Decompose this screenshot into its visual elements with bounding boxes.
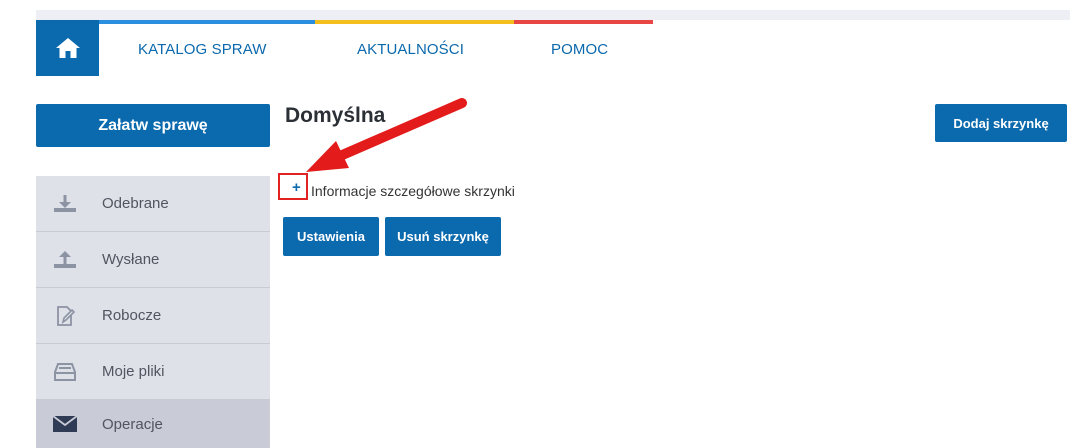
sidebar-item-label: Wysłane <box>102 251 160 268</box>
sidebar-menu: Odebrane Wysłane Robocze Moje pliki Oper… <box>36 176 270 448</box>
settings-button[interactable]: Ustawienia <box>283 217 379 256</box>
nav-accent-pomoc <box>514 20 653 24</box>
page-title: Domyślna <box>285 104 386 127</box>
add-box-button[interactable]: Dodaj skrzynkę <box>935 104 1067 142</box>
details-toggle-label[interactable]: Informacje szczegółowe skrzynki <box>311 183 515 199</box>
sidebar-item-label: Robocze <box>102 307 162 324</box>
sidebar-item-wyslane[interactable]: Wysłane <box>36 232 270 288</box>
nav-aktualnosci[interactable]: AKTUALNOŚCI <box>357 41 464 58</box>
nav-accent-katalog <box>99 20 315 24</box>
sidebar-item-label: Odebrane <box>102 195 169 212</box>
envelope-icon <box>52 413 78 435</box>
home-icon <box>55 38 80 58</box>
top-strip <box>36 10 1070 20</box>
sidebar-item-odebrane[interactable]: Odebrane <box>36 176 270 232</box>
nav-katalog-spraw[interactable]: KATALOG SPRAW <box>138 41 267 58</box>
file-tray-icon <box>52 361 78 383</box>
upload-tray-icon <box>52 249 78 271</box>
home-button[interactable] <box>36 20 99 76</box>
sidebar-item-label: Operacje <box>102 415 163 433</box>
nav-accent-aktualnosci <box>315 20 514 24</box>
zalatw-sprawe-button[interactable]: Załatw sprawę <box>36 104 270 147</box>
sidebar-item-operacje[interactable]: Operacje <box>36 400 270 448</box>
nav-pomoc[interactable]: POMOC <box>551 41 608 58</box>
sidebar-item-moje-pliki[interactable]: Moje pliki <box>36 344 270 400</box>
draft-document-icon <box>52 305 78 327</box>
download-tray-icon <box>52 193 78 215</box>
sidebar-item-robocze[interactable]: Robocze <box>36 288 270 344</box>
sidebar-item-label: Moje pliki <box>102 363 165 380</box>
expand-details-icon[interactable]: + <box>292 180 301 196</box>
delete-box-button[interactable]: Usuń skrzynkę <box>385 217 501 256</box>
